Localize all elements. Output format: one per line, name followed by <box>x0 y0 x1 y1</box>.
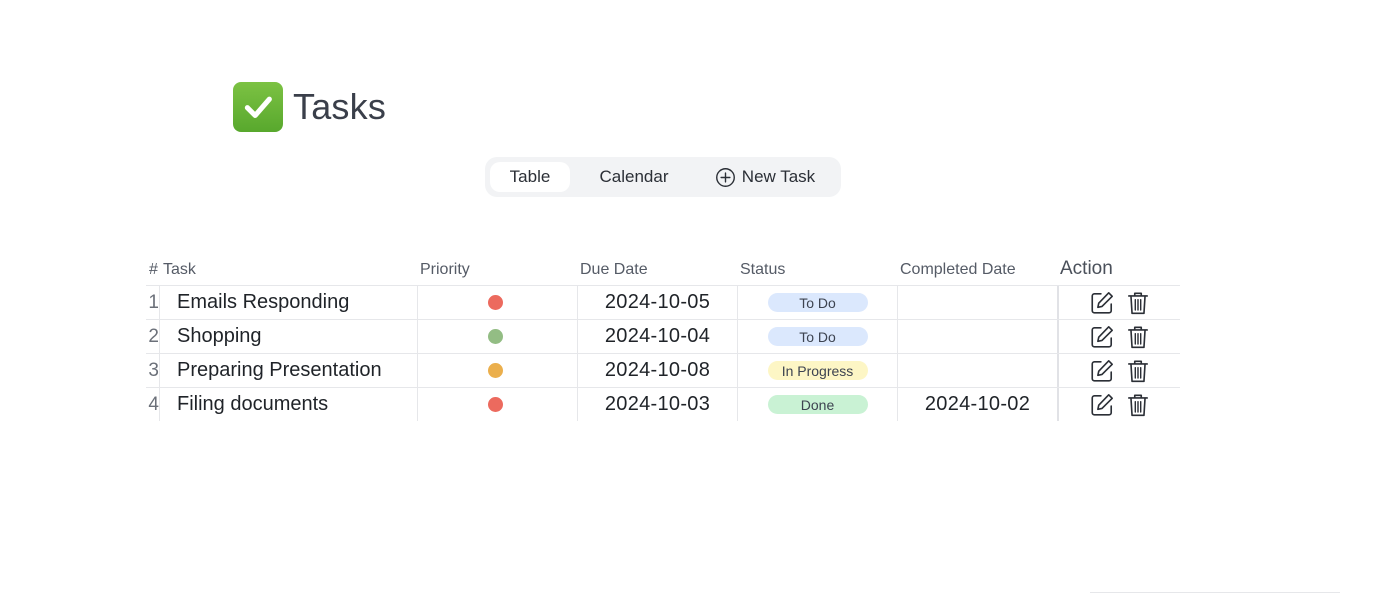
priority-dot <box>488 397 503 412</box>
tasks-page: Tasks Table Calendar New Task # Task Pri… <box>0 0 1376 594</box>
task-name: Shopping <box>160 320 418 353</box>
tab-table[interactable]: Table <box>490 162 570 192</box>
column-header-action: Action <box>1060 258 1113 279</box>
table-row: 1 Emails Responding 2024-10-05 To Do <box>146 286 1180 320</box>
table-row: 4 Filing documents 2024-10-03 Done 2024-… <box>146 388 1180 421</box>
completed-date <box>898 320 1059 353</box>
action-cell <box>1059 354 1180 387</box>
completed-date <box>898 286 1059 319</box>
check-mark-icon <box>233 82 283 132</box>
tasks-table: # Task Priority Due Date Status Complete… <box>146 255 1180 421</box>
due-date: 2024-10-04 <box>578 320 738 353</box>
new-task-label: New Task <box>741 167 816 186</box>
table-body: 1 Emails Responding 2024-10-05 To Do 2 S… <box>146 286 1180 421</box>
priority-dot <box>488 295 503 310</box>
status-cell: In Progress <box>738 354 898 387</box>
priority-dot <box>488 329 503 344</box>
tab-calendar[interactable]: Calendar <box>570 162 698 192</box>
priority-cell <box>418 320 578 353</box>
trash-icon[interactable] <box>1125 290 1151 316</box>
action-cell <box>1059 388 1180 421</box>
due-date: 2024-10-08 <box>578 354 738 387</box>
status-badge: To Do <box>767 327 868 346</box>
status-badge: In Progress <box>767 361 868 380</box>
view-switcher: Table Calendar New Task <box>485 157 841 197</box>
trash-icon[interactable] <box>1125 324 1151 350</box>
task-name: Preparing Presentation <box>160 354 418 387</box>
column-header-task: Task <box>163 261 196 278</box>
column-header-priority: Priority <box>420 261 470 278</box>
column-header-due-date: Due Date <box>580 261 648 278</box>
action-cell <box>1059 320 1180 353</box>
task-name: Emails Responding <box>160 286 418 319</box>
completed-date: 2024-10-02 <box>898 388 1059 421</box>
edit-icon[interactable] <box>1089 324 1115 350</box>
due-date: 2024-10-05 <box>578 286 738 319</box>
table-header: # Task Priority Due Date Status Complete… <box>146 255 1180 286</box>
row-number: 2 <box>146 320 160 353</box>
column-header-num: # <box>149 261 158 278</box>
trash-icon[interactable] <box>1125 358 1151 384</box>
new-task-button[interactable]: New Task <box>700 162 830 192</box>
edit-icon[interactable] <box>1089 392 1115 418</box>
edit-icon[interactable] <box>1089 358 1115 384</box>
row-number: 3 <box>146 354 160 387</box>
row-number: 4 <box>146 388 160 421</box>
priority-dot <box>488 363 503 378</box>
task-name: Filing documents <box>160 388 418 421</box>
priority-cell <box>418 388 578 421</box>
column-header-completed-date: Completed Date <box>900 261 1016 278</box>
action-cell <box>1059 286 1180 319</box>
priority-cell <box>418 286 578 319</box>
table-row: 3 Preparing Presentation 2024-10-08 In P… <box>146 354 1180 388</box>
page-title: Tasks <box>293 86 387 127</box>
status-cell: To Do <box>738 320 898 353</box>
status-cell: Done <box>738 388 898 421</box>
status-badge: Done <box>767 395 868 414</box>
status-cell: To Do <box>738 286 898 319</box>
page-header: Tasks <box>233 82 386 132</box>
table-row: 2 Shopping 2024-10-04 To Do <box>146 320 1180 354</box>
edit-icon[interactable] <box>1089 290 1115 316</box>
plus-circle-icon <box>715 167 735 187</box>
divider <box>1090 592 1340 593</box>
row-number: 1 <box>146 286 160 319</box>
completed-date <box>898 354 1059 387</box>
trash-icon[interactable] <box>1125 392 1151 418</box>
status-badge: To Do <box>767 293 868 312</box>
priority-cell <box>418 354 578 387</box>
column-header-status: Status <box>740 261 786 278</box>
due-date: 2024-10-03 <box>578 388 738 421</box>
